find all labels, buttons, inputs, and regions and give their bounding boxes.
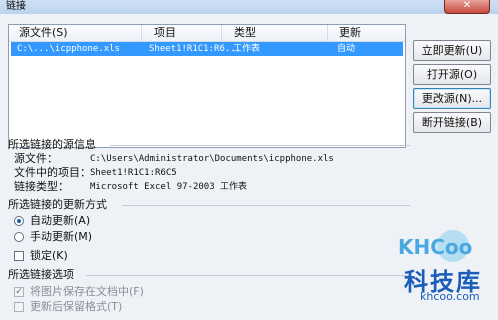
column-separator[interactable] bbox=[327, 25, 328, 41]
column-separator[interactable] bbox=[221, 25, 222, 41]
watermark-site: khcoo.com bbox=[420, 290, 480, 303]
source-info-heading: 所选链接的源信息 bbox=[8, 138, 96, 151]
column-header-source[interactable]: 源文件(S) bbox=[19, 25, 68, 41]
save-picture-label[interactable]: 将图片保存在文档中(F) bbox=[30, 285, 144, 299]
source-file-value: C:\Users\Administrator\Documents\icpphon… bbox=[90, 154, 334, 164]
table-row[interactable]: C:\...\icpphone.xls Sheet1!R1C1:R6... 工作… bbox=[11, 42, 403, 56]
save-picture-checkbox[interactable]: ✓ bbox=[14, 287, 24, 297]
link-type-label: 链接类型： bbox=[14, 180, 69, 193]
links-list[interactable]: 源文件(S) 项目 类型 更新 C:\...\icpphone.xls Shee… bbox=[8, 24, 406, 148]
open-source-button[interactable]: 打开源(O) bbox=[413, 64, 491, 85]
lock-label[interactable]: 锁定(K) bbox=[30, 249, 68, 263]
column-header-item[interactable]: 项目 bbox=[154, 25, 176, 41]
change-source-button[interactable]: 更改源(N)... bbox=[413, 88, 491, 109]
watermark: KHCoo 科技库 khcoo.com bbox=[398, 228, 488, 308]
keep-format-label[interactable]: 更新后保留格式(T) bbox=[30, 300, 122, 314]
row-source: C:\...\icpphone.xls bbox=[17, 44, 120, 54]
keep-format-checkbox[interactable] bbox=[14, 302, 24, 312]
update-mode-heading: 所选链接的更新方式 bbox=[8, 198, 107, 211]
column-header-update[interactable]: 更新 bbox=[339, 25, 361, 41]
update-now-button[interactable]: 立即更新(U) bbox=[413, 40, 491, 61]
break-link-button[interactable]: 断开链接(B) bbox=[413, 112, 491, 133]
item-label: 文件中的项目： bbox=[14, 166, 91, 179]
row-update: 自动 bbox=[337, 44, 356, 54]
manual-update-radio[interactable] bbox=[14, 232, 24, 242]
link-options-heading: 所选链接选项 bbox=[8, 268, 74, 281]
checkmark-icon: ✓ bbox=[15, 287, 23, 297]
manual-update-label[interactable]: 手动更新(M) bbox=[30, 230, 92, 244]
auto-update-radio[interactable] bbox=[14, 216, 24, 226]
column-separator[interactable] bbox=[141, 25, 142, 41]
link-type-value: Microsoft Excel 97-2003 工作表 bbox=[90, 182, 248, 192]
close-icon: ✕ bbox=[462, 0, 472, 11]
svg-text:KHCoo: KHCoo bbox=[398, 235, 472, 259]
lock-checkbox[interactable] bbox=[14, 251, 24, 261]
item-value: Sheet1!R1C1:R6C5 bbox=[90, 168, 177, 178]
divider bbox=[122, 205, 410, 206]
row-type: 工作表 bbox=[233, 44, 261, 54]
divider bbox=[86, 275, 410, 276]
close-button[interactable]: ✕ bbox=[444, 0, 490, 14]
title-bar: 链接 ✕ bbox=[0, 0, 498, 14]
row-item: Sheet1!R1C1:R6... bbox=[149, 44, 242, 54]
source-file-label: 源文件： bbox=[14, 152, 58, 165]
auto-update-label[interactable]: 自动更新(A) bbox=[30, 214, 90, 228]
list-header: 源文件(S) 项目 类型 更新 bbox=[9, 25, 405, 42]
column-header-type[interactable]: 类型 bbox=[234, 25, 256, 41]
window-title: 链接 bbox=[6, 1, 26, 12]
divider bbox=[110, 145, 410, 146]
watermark-logo-icon: KHCoo bbox=[398, 230, 472, 262]
